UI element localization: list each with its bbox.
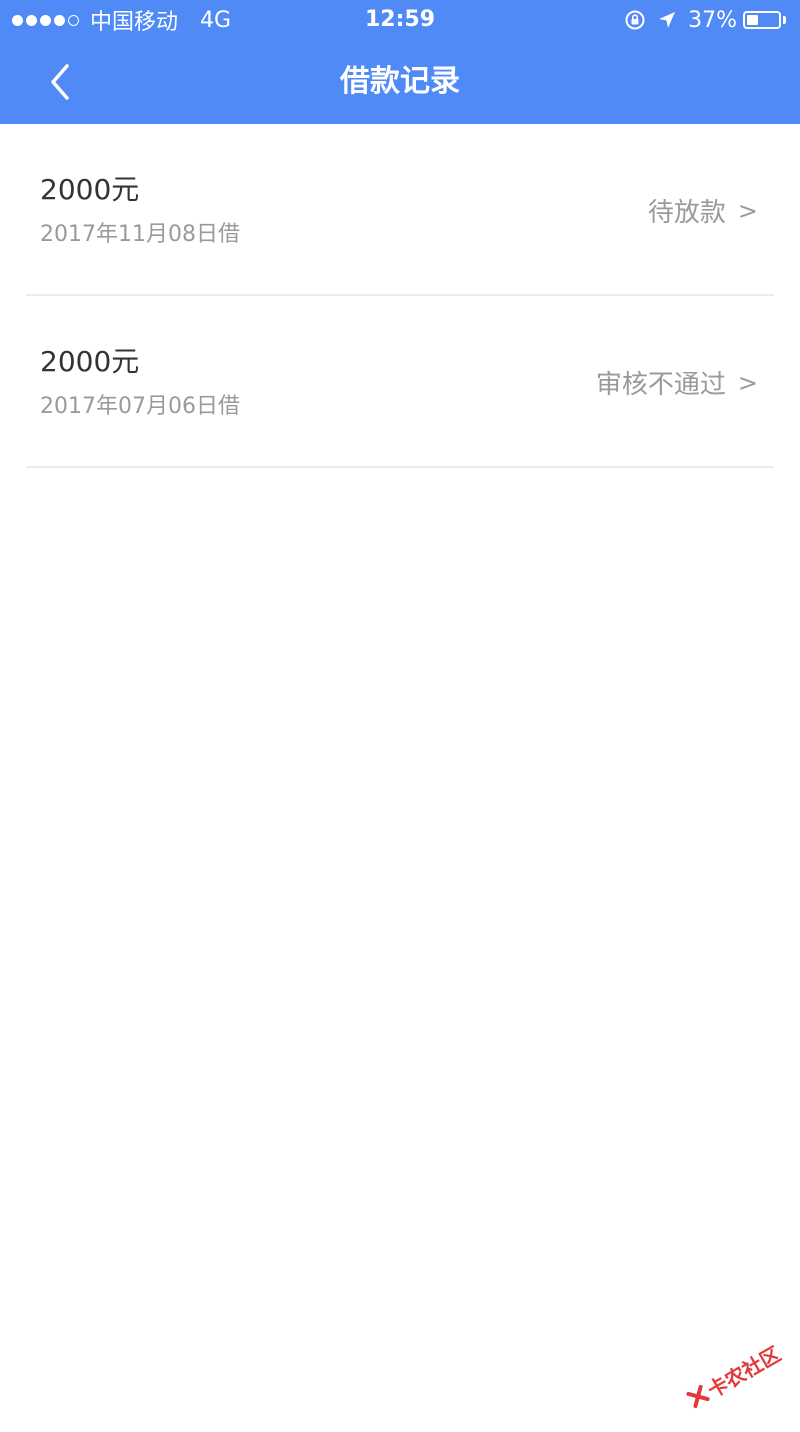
watermark: 卡农社区 <box>672 1316 800 1432</box>
location-arrow-icon <box>656 9 678 31</box>
loan-record-row[interactable]: 2000元 2017年11月08日借 待放款 > <box>0 124 800 296</box>
loan-status: 审核不通过 > <box>596 364 758 401</box>
rotation-lock-icon <box>624 9 646 31</box>
chevron-right-icon: > <box>737 368 758 397</box>
loan-status-label: 审核不通过 <box>595 370 726 400</box>
row-divider <box>26 466 774 468</box>
loan-amount: 2000元 <box>40 345 140 378</box>
loan-status: 待放款 > <box>648 192 758 229</box>
battery-nub <box>783 16 786 24</box>
watermark-text: 卡农社区 <box>703 1341 785 1403</box>
loan-record-row[interactable]: 2000元 2017年07月06日借 审核不通过 > <box>0 296 800 468</box>
battery-percent: 37% <box>688 7 737 33</box>
loan-date: 2017年11月08日借 <box>40 222 240 247</box>
app-header: 中国移动 4G 12:59 37% 借款记录 <box>0 0 800 124</box>
loan-date: 2017年07月06日借 <box>40 394 240 419</box>
nav-bar: 借款记录 <box>0 40 800 124</box>
page-title: 借款记录 <box>340 64 460 99</box>
loan-status-label: 待放款 <box>647 198 726 228</box>
loan-record-list: 2000元 2017年11月08日借 待放款 > 2000元 2017年07月0… <box>0 124 800 468</box>
chevron-right-icon: > <box>737 196 758 225</box>
battery-icon <box>743 11 781 29</box>
loan-amount: 2000元 <box>40 173 140 206</box>
battery-level <box>747 15 758 25</box>
status-right: 37% <box>624 6 786 34</box>
status-bar: 中国移动 4G 12:59 37% <box>0 0 800 40</box>
